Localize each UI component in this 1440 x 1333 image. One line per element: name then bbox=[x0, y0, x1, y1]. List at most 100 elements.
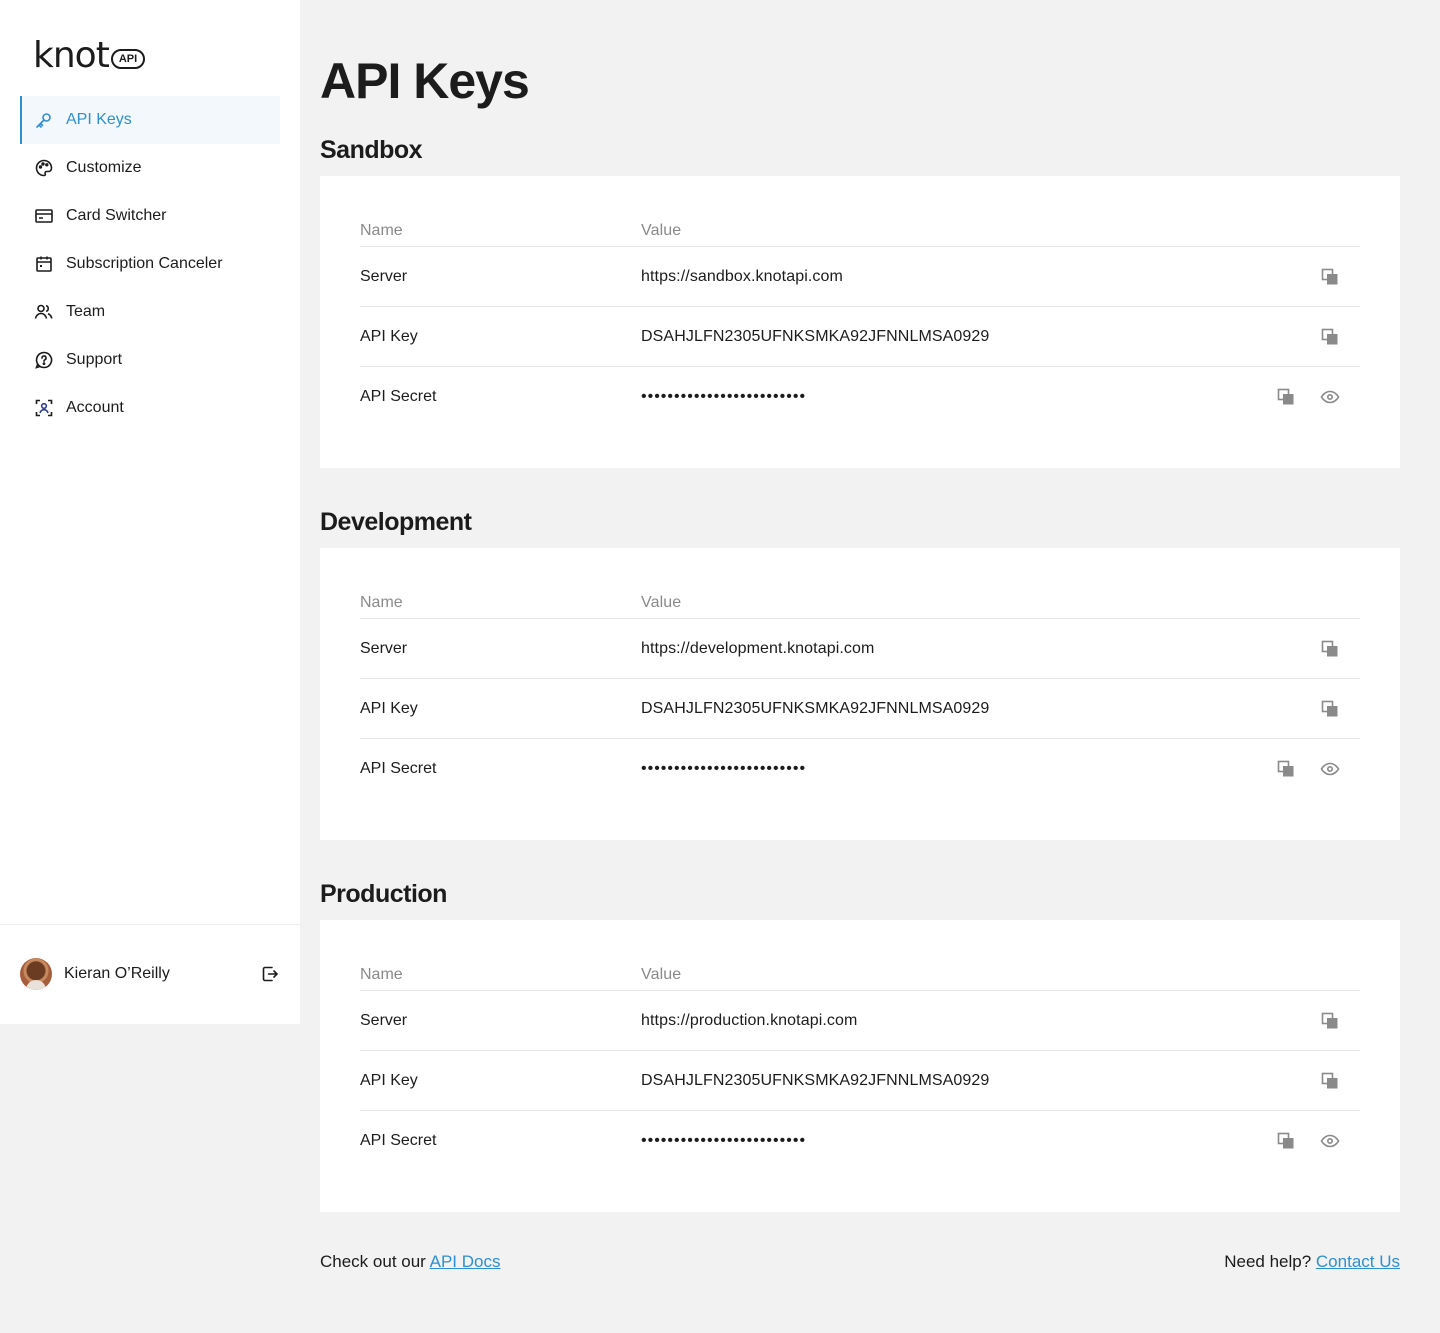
user-profile: Kieran O’Reilly bbox=[20, 958, 280, 990]
table-header: Name Value bbox=[360, 216, 1360, 247]
row-name: API Secret bbox=[360, 388, 437, 405]
copy-icon[interactable] bbox=[1276, 1131, 1296, 1151]
section-title-production: Production bbox=[320, 880, 447, 908]
row-name: API Key bbox=[360, 1071, 418, 1089]
copy-icon[interactable] bbox=[1276, 759, 1296, 779]
row-name: Server bbox=[360, 1011, 408, 1029]
sidebar-item-subscription-canceler[interactable]: Subscription Canceler bbox=[20, 240, 280, 288]
copy-icon[interactable] bbox=[1320, 699, 1340, 719]
sidebar-item-team[interactable]: Team bbox=[20, 288, 280, 336]
footer-docs: Check out our API Docs bbox=[320, 1252, 500, 1272]
copy-icon[interactable] bbox=[1320, 267, 1340, 287]
sandbox-card: Name Value Server https://sandbox.knotap… bbox=[320, 176, 1400, 468]
key-icon bbox=[34, 110, 54, 130]
row-actions bbox=[1320, 267, 1360, 287]
copy-icon[interactable] bbox=[1276, 387, 1296, 407]
row-actions bbox=[1320, 1011, 1360, 1031]
copy-icon[interactable] bbox=[1320, 639, 1340, 659]
page-title: API Keys bbox=[320, 53, 530, 109]
production-card: Name Value Server https://production.kno… bbox=[320, 920, 1400, 1212]
table-row: Server https://sandbox.knotapi.com bbox=[360, 247, 1360, 307]
row-name: API Key bbox=[360, 699, 418, 717]
sidebar-item-label: Subscription Canceler bbox=[66, 255, 223, 272]
row-value-secret: ••••••••••••••••••••••••• bbox=[641, 1132, 807, 1149]
avatar[interactable] bbox=[20, 958, 52, 990]
sidebar-item-label: Support bbox=[66, 351, 123, 368]
table-row: Server https://development.knotapi.com bbox=[360, 619, 1360, 679]
row-actions bbox=[1320, 699, 1360, 719]
row-name: API Key bbox=[360, 327, 418, 345]
row-value: DSAHJLFN2305UFNKSMKA92JFNNLMSA0929 bbox=[641, 1071, 990, 1089]
palette-icon bbox=[34, 158, 54, 178]
sidebar-item-label: API Keys bbox=[66, 111, 132, 128]
row-name: Server bbox=[360, 267, 408, 285]
header-name: Name bbox=[360, 966, 403, 983]
logout-icon[interactable] bbox=[260, 964, 280, 984]
row-name: API Secret bbox=[360, 1132, 437, 1149]
calendar-icon bbox=[34, 254, 54, 274]
table-row: API Key DSAHJLFN2305UFNKSMKA92JFNNLMSA09… bbox=[360, 679, 1360, 739]
header-name: Name bbox=[360, 222, 403, 239]
header-name: Name bbox=[360, 594, 403, 611]
credit-card-icon bbox=[34, 206, 54, 226]
row-value: https://development.knotapi.com bbox=[641, 639, 875, 657]
contact-us-link[interactable]: Contact Us bbox=[1316, 1252, 1400, 1271]
sidebar-item-label: Team bbox=[66, 303, 106, 320]
table-row: API Key DSAHJLFN2305UFNKSMKA92JFNNLMSA09… bbox=[360, 307, 1360, 367]
row-name: API Secret bbox=[360, 760, 437, 777]
table-row: API Secret ••••••••••••••••••••••••• bbox=[360, 739, 1360, 799]
account-scan-icon bbox=[34, 398, 54, 418]
sidebar-item-label: Card Switcher bbox=[66, 207, 167, 224]
row-name: Server bbox=[360, 639, 408, 657]
sidebar-item-label: Account bbox=[66, 399, 124, 416]
row-value-secret: ••••••••••••••••••••••••• bbox=[641, 388, 807, 405]
header-value: Value bbox=[641, 966, 682, 983]
row-actions bbox=[1320, 639, 1360, 659]
help-circle-icon bbox=[34, 350, 54, 370]
section-title-development: Development bbox=[320, 508, 472, 536]
footer-help: Need help? Contact Us bbox=[1224, 1252, 1400, 1272]
sidebar-item-customize[interactable]: Customize bbox=[20, 144, 280, 192]
footer-right-text: Need help? bbox=[1224, 1252, 1316, 1271]
header-value: Value bbox=[641, 222, 682, 239]
eye-icon[interactable] bbox=[1320, 759, 1340, 779]
sidebar: knot API API Keys Customize Card Switche… bbox=[0, 0, 300, 1024]
header-value: Value bbox=[641, 594, 682, 611]
table-row: Server https://production.knotapi.com bbox=[360, 991, 1360, 1051]
sidebar-nav: API Keys Customize Card Switcher Subscri… bbox=[20, 96, 280, 432]
logo-word: knot bbox=[33, 35, 110, 76]
eye-icon[interactable] bbox=[1320, 387, 1340, 407]
logo-api-badge: API bbox=[110, 49, 146, 69]
section-title-sandbox: Sandbox bbox=[320, 136, 423, 164]
development-card: Name Value Server https://development.kn… bbox=[320, 548, 1400, 840]
row-actions bbox=[1276, 387, 1360, 407]
api-docs-link[interactable]: API Docs bbox=[430, 1252, 501, 1271]
table-row: API Secret ••••••••••••••••••••••••• bbox=[360, 1111, 1360, 1171]
knot-logo[interactable]: knot API bbox=[33, 35, 146, 76]
row-value: https://sandbox.knotapi.com bbox=[641, 267, 843, 285]
row-value: DSAHJLFN2305UFNKSMKA92JFNNLMSA0929 bbox=[641, 327, 990, 345]
sidebar-item-card-switcher[interactable]: Card Switcher bbox=[20, 192, 280, 240]
row-actions bbox=[1276, 1131, 1360, 1151]
table-row: API Key DSAHJLFN2305UFNKSMKA92JFNNLMSA09… bbox=[360, 1051, 1360, 1111]
row-actions bbox=[1276, 759, 1360, 779]
row-value-secret: ••••••••••••••••••••••••• bbox=[641, 760, 807, 777]
sidebar-item-account[interactable]: Account bbox=[20, 384, 280, 432]
table-header: Name Value bbox=[360, 960, 1360, 991]
eye-icon[interactable] bbox=[1320, 1131, 1340, 1151]
row-value: https://production.knotapi.com bbox=[641, 1011, 858, 1029]
copy-icon[interactable] bbox=[1320, 1071, 1340, 1091]
copy-icon[interactable] bbox=[1320, 327, 1340, 347]
row-actions bbox=[1320, 1071, 1360, 1091]
sidebar-item-support[interactable]: Support bbox=[20, 336, 280, 384]
table-header: Name Value bbox=[360, 588, 1360, 619]
row-actions bbox=[1320, 327, 1360, 347]
sidebar-divider bbox=[0, 924, 300, 925]
footer-left-text: Check out our bbox=[320, 1252, 430, 1271]
copy-icon[interactable] bbox=[1320, 1011, 1340, 1031]
sidebar-item-api-keys[interactable]: API Keys bbox=[20, 96, 280, 144]
sidebar-item-label: Customize bbox=[66, 159, 142, 176]
table-row: API Secret ••••••••••••••••••••••••• bbox=[360, 367, 1360, 427]
row-value: DSAHJLFN2305UFNKSMKA92JFNNLMSA0929 bbox=[641, 699, 990, 717]
user-name: Kieran O’Reilly bbox=[64, 965, 170, 982]
